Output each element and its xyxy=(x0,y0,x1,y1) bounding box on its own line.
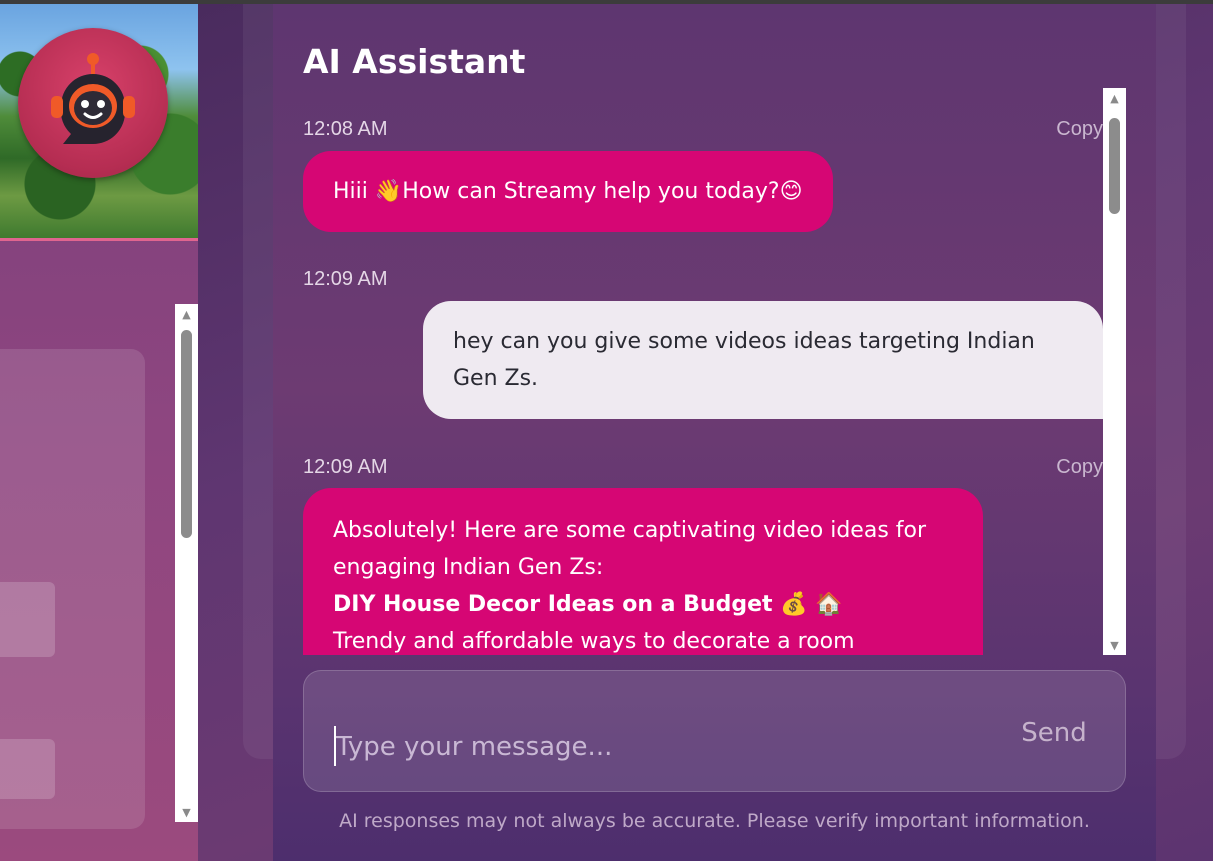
message-text-line: Gen Zs. xyxy=(453,366,539,391)
send-button[interactable]: Send xyxy=(1009,711,1099,755)
scrollbar-thumb[interactable] xyxy=(1109,118,1120,214)
left-placeholder-block xyxy=(0,582,55,657)
assistant-title: AI Assistant xyxy=(303,42,526,81)
message-text: Hiii 👋How can Streamy help you today?😊 xyxy=(333,179,803,204)
ai-message-bubble: Hiii 👋How can Streamy help you today?😊 xyxy=(303,151,833,232)
scroll-down-arrow-icon[interactable]: ▼ xyxy=(1103,637,1126,653)
assistant-avatar[interactable] xyxy=(18,28,168,178)
user-message-bubble: hey can you give some videos ideas targe… xyxy=(423,301,1103,419)
copy-button[interactable]: Copy xyxy=(1056,118,1103,141)
message-composer: Send xyxy=(303,670,1126,792)
message-timestamp: 12:09 AM xyxy=(303,268,388,290)
message-timestamp: 12:09 AM xyxy=(303,456,388,478)
message-input[interactable] xyxy=(336,726,976,768)
copy-button[interactable]: Copy xyxy=(1056,456,1103,479)
idea-description: Trendy and affordable ways to decorate a… xyxy=(333,629,855,654)
scroll-up-arrow-icon[interactable]: ▲ xyxy=(1103,90,1126,106)
message-text-line: Absolutely! Here are some captivating vi… xyxy=(333,518,927,543)
ai-disclaimer: AI responses may not always be accurate.… xyxy=(339,810,1090,832)
message-list: 12:08 AM Copy Hiii 👋How can Streamy help… xyxy=(303,88,1103,655)
ai-message-bubble: Absolutely! Here are some captivating vi… xyxy=(303,488,983,655)
message-timestamp: 12:08 AM xyxy=(303,118,388,140)
left-scrollbar[interactable]: ▲ ▼ xyxy=(175,304,198,822)
chat-scrollbar[interactable]: ▲ ▼ xyxy=(1103,88,1126,655)
idea-heading: DIY House Decor Ideas on a Budget 💰 🏠 xyxy=(333,592,843,617)
scroll-up-arrow-icon[interactable]: ▲ xyxy=(175,306,198,322)
assistant-panel: AI Assistant 12:08 AM Copy Hiii 👋How can… xyxy=(198,4,1213,861)
robot-avatar-icon xyxy=(51,53,135,145)
left-placeholder-block xyxy=(0,739,55,799)
scrollbar-thumb[interactable] xyxy=(181,330,192,538)
message-text-line: engaging Indian Gen Zs: xyxy=(333,555,604,580)
scroll-down-arrow-icon[interactable]: ▼ xyxy=(175,804,198,820)
left-panel xyxy=(0,4,198,861)
message-text-line: hey can you give some videos ideas targe… xyxy=(453,329,1035,354)
